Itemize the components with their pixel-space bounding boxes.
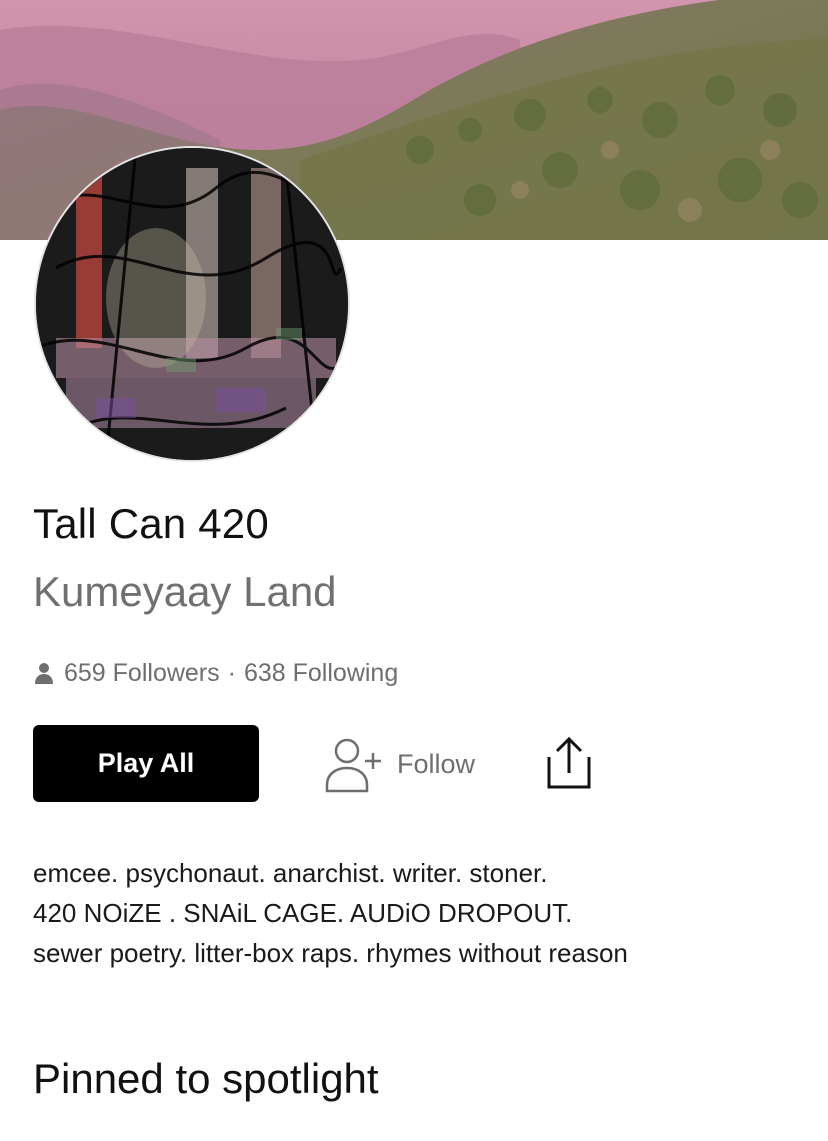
person-icon [35, 663, 53, 684]
bio-line: emcee. psychonaut. anarchist. writer. st… [33, 858, 548, 888]
profile-page: Tall Can 420 Kumeyaay Land 659 Followers… [0, 0, 828, 1141]
bio-line: sewer poetry. litter-box raps. rhymes wi… [33, 938, 628, 968]
follow-button[interactable]: Follow [325, 735, 475, 793]
share-icon[interactable] [545, 737, 593, 789]
following-count[interactable]: 638 Following [244, 659, 398, 688]
profile-actions: Play All Follow [33, 725, 633, 803]
profile-location: Kumeyaay Land [33, 568, 337, 615]
add-user-icon [325, 738, 381, 793]
stats-separator: · [227, 658, 236, 687]
pinned-section-title: Pinned to spotlight [33, 1055, 379, 1102]
play-all-button[interactable]: Play All [33, 725, 259, 802]
avatar[interactable] [34, 146, 350, 462]
profile-bio: emcee. psychonaut. anarchist. writer. st… [33, 853, 628, 973]
follow-stats: 659 Followers · 638 Following [34, 656, 398, 690]
profile-name: Tall Can 420 [33, 500, 269, 547]
followers-count[interactable]: 659 Followers [64, 659, 220, 688]
bio-line: 420 NOiZE . SNAiL CAGE. AUDiO DROPOUT. [33, 898, 573, 928]
follow-label: Follow [397, 748, 476, 779]
